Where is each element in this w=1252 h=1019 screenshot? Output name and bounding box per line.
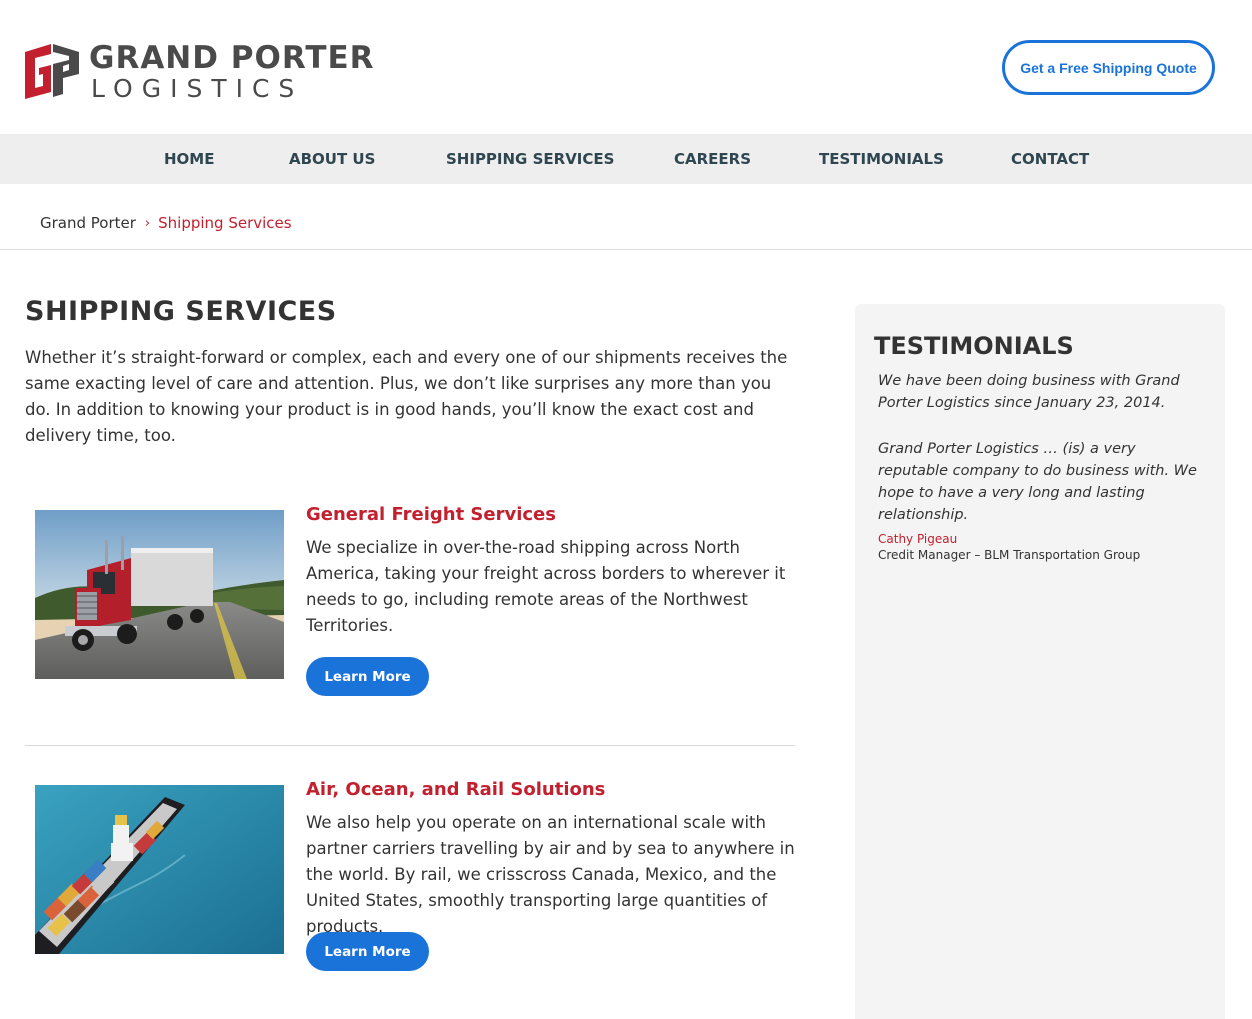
site-header: GRAND PORTER LOGISTICS Get a Free Shippi… [0,0,1252,134]
nav-item-testimonials[interactable]: TESTIMONIALS [819,134,944,184]
testimonial-quote-2: Grand Porter Logistics … (is) a very rep… [878,441,1197,523]
testimonials-title: TESTIMONIALS [874,332,1074,360]
learn-more-button-air-ocean-rail[interactable]: Learn More [306,932,429,971]
service-title-air-ocean-rail[interactable]: Air, Ocean, and Rail Solutions [306,779,605,800]
logo-wordmark-top: GRAND PORTER [89,40,375,76]
truck-image [35,510,284,679]
nav-item-about-us[interactable]: ABOUT US [289,134,375,184]
free-quote-button[interactable]: Get a Free Shipping Quote [1002,40,1215,95]
nav-item-shipping-services[interactable]: SHIPPING SERVICES [446,134,614,184]
page-title: SHIPPING SERVICES [25,296,337,327]
gp-logo-mark-icon [25,44,79,99]
testimonial-author-role: Credit Manager – BLM Transportation Grou… [878,548,1141,562]
service-desc-freight: We specialize in over-the-road shipping … [306,538,786,635]
intro-paragraph: Whether it’s straight-forward or complex… [25,348,788,445]
service-desc-air-ocean-rail: We also help you operate on an internati… [306,813,795,936]
service-title-freight[interactable]: General Freight Services [306,504,556,525]
logo-wordmark-bottom: LOGISTICS [91,74,304,103]
testimonial-quote-1: We have been doing business with Grand P… [878,373,1180,411]
nav-item-careers[interactable]: CAREERS [674,134,751,184]
testimonials-sidebar: TESTIMONIALS We have been doing business… [855,304,1225,1019]
cargo-ship-image [35,785,284,954]
site-logo[interactable]: GRAND PORTER LOGISTICS [25,40,374,103]
learn-more-button-freight[interactable]: Learn More [306,657,429,696]
nav-item-home[interactable]: HOME [164,134,214,184]
chevron-right-icon: › [144,215,151,231]
breadcrumb: Grand Porter › Shipping Services [40,212,292,234]
section-divider [25,745,795,746]
breadcrumb-home-link[interactable]: Grand Porter [40,214,136,232]
main-nav: HOME ABOUT US SHIPPING SERVICES CAREERS … [0,134,1252,184]
breadcrumb-current: Shipping Services [158,214,292,232]
breadcrumb-divider [0,249,1252,250]
nav-item-contact[interactable]: CONTACT [1011,134,1089,184]
testimonial-author: Cathy Pigeau [878,532,958,546]
